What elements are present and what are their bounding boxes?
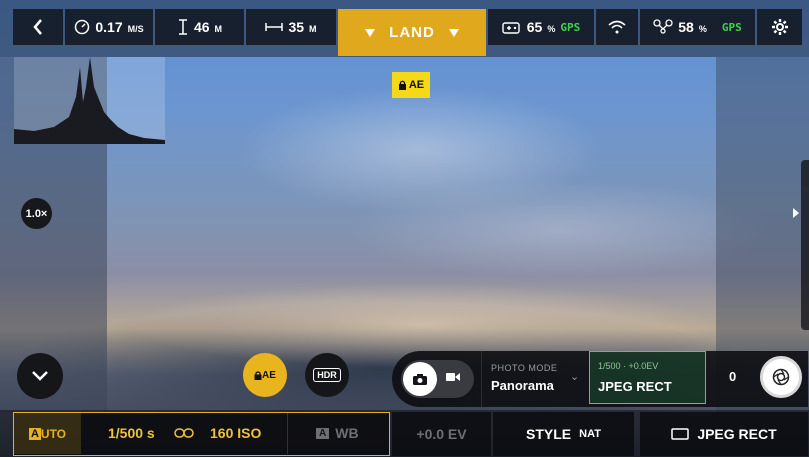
speed-value: 0.17 [95, 19, 123, 35]
style-button[interactable]: STYLE NAT [493, 412, 634, 456]
camera-icon [413, 373, 427, 385]
collapse-button[interactable] [17, 353, 63, 399]
drone-battery: 58 [678, 19, 694, 35]
controller-battery: 65 [526, 19, 543, 35]
wb-auto-letter: A [316, 427, 330, 439]
capture-settings-summary[interactable]: 1/500 · +0.0EV JPEG RECT [589, 351, 706, 404]
triangle-down-icon [365, 28, 376, 37]
lock-icon [398, 80, 406, 90]
exposure-settings-group[interactable]: A UTO 1/500 s 160 ISO A WB [13, 412, 390, 456]
photo-mode-selector[interactable]: PHOTO MODE Panorama ⌄ [481, 351, 587, 407]
zoom-button[interactable]: 1.0× [21, 198, 52, 229]
photo-counter: 0 [729, 369, 737, 384]
ae-lock-badge: AE [392, 72, 430, 98]
histogram [14, 57, 165, 144]
photo-mode-value: Panorama [491, 378, 554, 393]
photo-mode-knob[interactable] [403, 362, 437, 396]
gimbal-tilt-indicator [793, 208, 799, 218]
land-button[interactable]: LAND [338, 9, 486, 56]
distance-readout: 35 M [246, 9, 336, 45]
gear-icon [771, 19, 788, 35]
controller-status[interactable]: 65% GPS [488, 9, 594, 45]
controller-gps-indicator: GPS [560, 20, 581, 34]
controller-battery-unit: % [547, 23, 556, 34]
wb-label: WB [335, 425, 359, 441]
altitude-unit: M [214, 23, 223, 34]
settings-button[interactable] [757, 9, 802, 45]
shutter-button[interactable] [760, 356, 802, 398]
style-label: STYLE [526, 426, 572, 442]
speed-readout: 0.17 M/S [65, 9, 153, 45]
drone-icon [653, 19, 673, 34]
hdr-button[interactable]: HDR [305, 353, 349, 397]
aperture-icon [772, 368, 790, 386]
ae-lock-label: AE [262, 369, 276, 381]
speed-unit: M/S [127, 23, 144, 34]
auto-mode-letter: A [28, 427, 41, 440]
lock-icon [254, 370, 262, 380]
drone-status[interactable]: 58% GPS [640, 9, 755, 45]
ae-lock-button[interactable]: AE [243, 353, 287, 397]
wifi-status[interactable] [596, 9, 638, 45]
style-value: NAT [579, 428, 601, 440]
format-label: JPEG RECT [697, 426, 777, 442]
auto-mode-rest: UTO [40, 426, 67, 441]
land-label: LAND [389, 24, 435, 41]
ae-badge-label: AE [408, 79, 425, 91]
hdr-label: HDR [313, 368, 341, 382]
ev-value: +0.0 EV [416, 426, 467, 442]
histogram-graph [14, 57, 165, 144]
drone-battery-unit: % [698, 23, 707, 34]
auto-mode-button[interactable]: A UTO [14, 413, 81, 454]
exposure-summary: 1/500 · +0.0EV [598, 361, 659, 371]
iso-value[interactable]: 160 ISO [210, 425, 261, 441]
video-camera-icon[interactable] [446, 372, 460, 382]
format-button[interactable]: JPEG RECT [640, 412, 808, 456]
distance-value: 35 [288, 19, 305, 35]
gimbal-tilt-scale[interactable] [801, 160, 809, 330]
altitude-icon [178, 19, 187, 35]
altitude-value: 46 [193, 19, 210, 35]
speedometer-icon [75, 19, 90, 35]
triangle-down-icon [448, 28, 459, 37]
ev-compensation-button[interactable]: +0.0 EV [392, 412, 491, 456]
controller-icon [502, 22, 520, 34]
distance-unit: M [309, 23, 317, 34]
wifi-icon [608, 20, 626, 34]
shutter-speed-value[interactable]: 1/500 s [108, 425, 155, 441]
chevron-left-icon [33, 19, 42, 35]
format-summary: JPEG RECT [598, 379, 672, 394]
white-balance-button[interactable]: A WB [316, 425, 359, 441]
chevron-down-icon: ⌄ [570, 371, 580, 383]
photo-mode-label: PHOTO MODE [491, 363, 558, 373]
chevron-down-icon [32, 371, 48, 381]
divider [287, 413, 288, 454]
drone-gps-indicator: GPS [721, 20, 742, 34]
altitude-readout: 46 M [155, 9, 244, 45]
distance-icon [265, 23, 284, 31]
rectangle-icon [671, 428, 690, 440]
link-icon[interactable] [174, 427, 194, 439]
back-button[interactable] [13, 9, 63, 45]
